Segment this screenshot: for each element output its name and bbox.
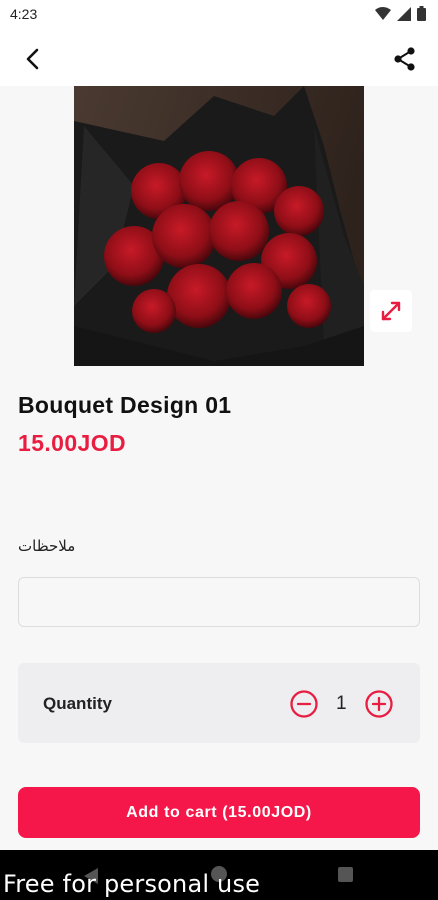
back-arrow-icon — [26, 48, 39, 70]
notes-input[interactable] — [18, 577, 420, 627]
status-bar: 4:23 — [0, 0, 438, 30]
quantity-label: Quantity — [43, 694, 112, 713]
quantity-value: 1 — [336, 693, 347, 714]
watermark-text: Free for personal use — [3, 870, 261, 898]
app-bar — [0, 30, 438, 86]
quantity-panel: Quantity 1 — [18, 663, 420, 743]
product-title: Bouquet Design 01 — [18, 392, 232, 418]
minus-circle-icon — [290, 690, 318, 718]
battery-icon — [417, 6, 426, 21]
expand-icon — [381, 301, 401, 321]
plus-circle-icon — [365, 690, 393, 718]
status-time: 4:23 — [10, 6, 38, 22]
quantity-decrease-button[interactable] — [289, 689, 319, 719]
expand-image-button[interactable] — [370, 290, 412, 332]
share-icon — [394, 47, 415, 71]
share-button[interactable] — [390, 44, 420, 74]
rose-bouquet-image — [74, 86, 364, 366]
product-image[interactable] — [74, 86, 364, 366]
wifi-icon — [375, 6, 391, 20]
product-price: 15.00JOD — [18, 430, 127, 456]
nav-recent-icon[interactable] — [338, 867, 353, 882]
quantity-increase-button[interactable] — [364, 689, 394, 719]
add-to-cart-button[interactable]: Add to cart (15.00JOD) — [18, 787, 420, 838]
notes-label: ملاحظات — [18, 538, 76, 555]
back-button[interactable] — [18, 44, 48, 74]
status-icons — [375, 6, 426, 21]
signal-icon — [397, 6, 411, 21]
